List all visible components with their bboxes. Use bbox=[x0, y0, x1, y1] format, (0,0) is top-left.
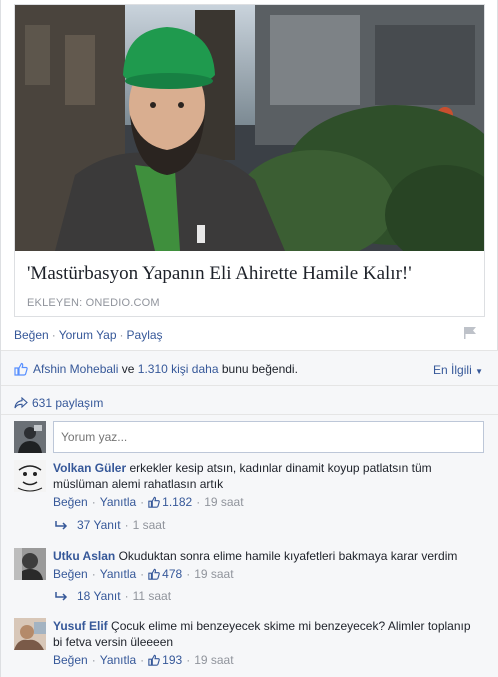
liker-name-link[interactable]: Afshin Mohebali bbox=[33, 362, 118, 376]
comment-like-button[interactable]: Beğen bbox=[53, 494, 88, 510]
separator: · bbox=[140, 653, 145, 667]
thumbs-up-icon bbox=[148, 496, 160, 508]
comment-reply-button[interactable]: Yanıtla bbox=[100, 652, 136, 668]
comment-time[interactable]: 19 saat bbox=[194, 566, 233, 582]
caret-down-icon: ▼ bbox=[475, 367, 483, 376]
link-preview[interactable]: 'Mastürbasyon Yapanın Eli Ahirette Hamil… bbox=[14, 4, 485, 317]
comment-input[interactable] bbox=[53, 421, 484, 453]
separator: · bbox=[196, 495, 201, 509]
separator: · bbox=[91, 567, 96, 581]
separator: · bbox=[91, 495, 96, 509]
replies-time: 1 saat bbox=[132, 518, 166, 532]
post-actions: Beğen · Yorum Yap · Paylaş bbox=[14, 328, 163, 342]
other-likers-link[interactable]: 1.310 kişi daha bbox=[138, 362, 219, 376]
sort-label: En İlgili bbox=[433, 363, 472, 377]
avatar-picture bbox=[14, 421, 46, 453]
avatar-picture bbox=[14, 460, 46, 492]
commenter-name[interactable]: Yusuf Elif bbox=[53, 619, 108, 633]
separator: · bbox=[51, 328, 56, 342]
likes-connector: ve bbox=[121, 362, 135, 376]
replies-time: 11 saat bbox=[132, 589, 172, 603]
separator: · bbox=[186, 653, 191, 667]
separator: · bbox=[124, 589, 129, 603]
comment-content: Utku Aslan Okuduktan sonra elime hamile … bbox=[53, 548, 483, 564]
comment-like-button[interactable]: Beğen bbox=[53, 566, 88, 582]
separator: · bbox=[119, 328, 124, 342]
separator: · bbox=[124, 518, 129, 532]
post-card: 'Mastürbasyon Yapanın Eli Ahirette Hamil… bbox=[0, 0, 498, 677]
commenter-name[interactable]: Utku Aslan bbox=[53, 549, 115, 563]
comment-meta: Beğen · Yanıtla · 193 · 19 saat bbox=[53, 652, 483, 668]
link-photo[interactable] bbox=[15, 5, 484, 251]
comment-time[interactable]: 19 saat bbox=[204, 494, 243, 510]
likes-summary: Afshin Mohebali ve 1.310 kişi daha bunu … bbox=[14, 362, 298, 376]
reply-arrow-icon bbox=[55, 521, 68, 530]
commenter-avatar[interactable] bbox=[14, 548, 46, 580]
comment-content: Volkan Güler erkekler kesip atsın, kadın… bbox=[53, 460, 483, 492]
share-arrow-icon bbox=[14, 397, 28, 409]
share-button[interactable]: Paylaş bbox=[127, 328, 163, 342]
thumbs-up-icon bbox=[148, 568, 160, 580]
comment-time[interactable]: 19 saat bbox=[194, 652, 233, 668]
comment-like-count[interactable]: 1.182 bbox=[162, 494, 192, 510]
replies-count: 37 Yanıt bbox=[77, 518, 121, 532]
avatar-picture bbox=[14, 548, 46, 580]
avatar-picture bbox=[14, 618, 46, 650]
comment-reply-button[interactable]: Yanıtla bbox=[100, 566, 136, 582]
photo-illustration bbox=[15, 5, 484, 251]
comment-reply-button[interactable]: Yanıtla bbox=[100, 494, 136, 510]
comment-body: Volkan Güler erkekler kesip atsın, kadın… bbox=[53, 460, 483, 510]
current-user-avatar[interactable] bbox=[14, 421, 46, 453]
view-replies-link[interactable]: 18 Yanıt · 11 saat bbox=[55, 589, 171, 603]
comment-sort-dropdown[interactable]: En İlgili ▼ bbox=[433, 363, 483, 377]
shares-label: 631 paylaşım bbox=[32, 396, 104, 410]
shares-count[interactable]: 631 paylaşım bbox=[14, 396, 103, 410]
comment-text: Çocuk elime mi benzeyecek skime mi benze… bbox=[53, 619, 471, 649]
commenter-avatar[interactable] bbox=[14, 618, 46, 650]
comment-like-button[interactable]: Beğen bbox=[53, 652, 88, 668]
divider bbox=[1, 385, 498, 386]
comment-content: Yusuf Elif Çocuk elime mi benzeyecek ski… bbox=[53, 618, 483, 650]
comment-body: Utku Aslan Okuduktan sonra elime hamile … bbox=[53, 548, 483, 582]
reply-arrow-icon bbox=[55, 592, 68, 601]
flag-icon[interactable] bbox=[463, 326, 477, 340]
replies-count: 18 Yanıt bbox=[77, 589, 121, 603]
likes-suffix: bunu beğendi. bbox=[221, 362, 298, 376]
comment-like-count[interactable]: 193 bbox=[162, 652, 182, 668]
comment-body: Yusuf Elif Çocuk elime mi benzeyecek ski… bbox=[53, 618, 483, 668]
comment-meta: Beğen · Yanıtla · 1.182 · 19 saat bbox=[53, 494, 483, 510]
thumbs-up-icon bbox=[148, 654, 160, 666]
commenter-name[interactable]: Volkan Güler bbox=[53, 461, 126, 475]
thumbs-up-icon bbox=[14, 362, 28, 376]
comment-text: Okuduktan sonra elime hamile kıyafetleri… bbox=[118, 549, 458, 563]
separator: · bbox=[91, 653, 96, 667]
separator: · bbox=[186, 567, 191, 581]
like-button[interactable]: Beğen bbox=[14, 328, 49, 342]
view-replies-link[interactable]: 37 Yanıt · 1 saat bbox=[55, 518, 165, 532]
comment-meta: Beğen · Yanıtla · 478 · 19 saat bbox=[53, 566, 483, 582]
divider bbox=[1, 414, 498, 415]
comment-button[interactable]: Yorum Yap bbox=[59, 328, 117, 342]
comment-like-count[interactable]: 478 bbox=[162, 566, 182, 582]
link-source: EKLEYEN: ONEDIO.COM bbox=[27, 297, 160, 309]
separator: · bbox=[140, 495, 145, 509]
commenter-avatar[interactable] bbox=[14, 460, 46, 492]
link-title[interactable]: 'Mastürbasyon Yapanın Eli Ahirette Hamil… bbox=[27, 263, 412, 285]
separator: · bbox=[140, 567, 145, 581]
